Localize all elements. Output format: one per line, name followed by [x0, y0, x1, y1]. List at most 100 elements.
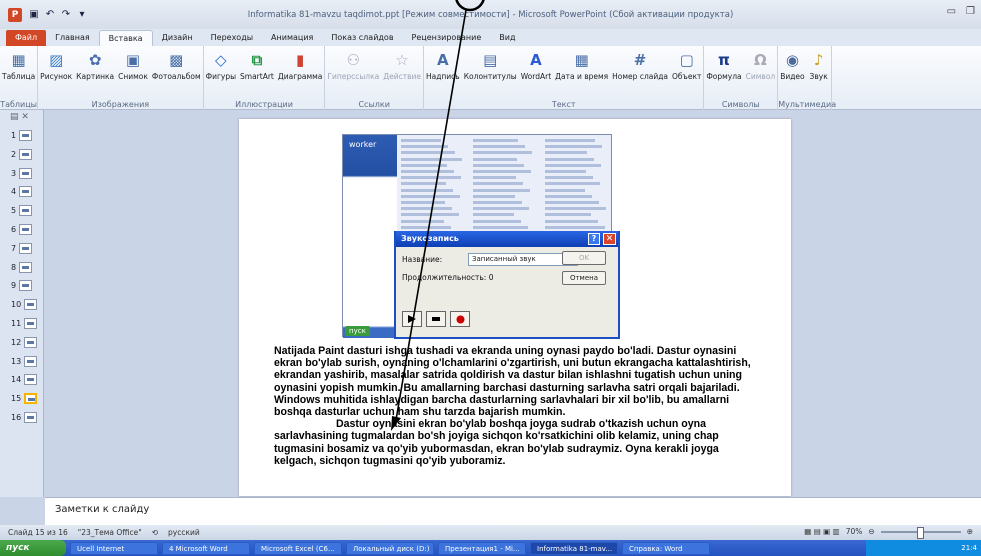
redo-icon[interactable]: ↷ — [60, 9, 72, 20]
zoom-slider[interactable] — [880, 526, 961, 539]
spellcheck-icon[interactable]: ⟲ — [152, 528, 158, 537]
tab-3[interactable]: Дизайн — [153, 30, 202, 46]
minimize-icon[interactable]: ▭ — [947, 6, 956, 17]
taskbar-item[interactable]: Ucell Internet — [70, 541, 158, 555]
tab-5[interactable]: Анимация — [262, 30, 322, 46]
stop-button[interactable] — [426, 311, 446, 327]
slide-thumbnail[interactable]: 14 — [11, 374, 38, 386]
slide-thumbnail[interactable]: 2 — [11, 148, 33, 160]
slide-number: 10 — [11, 300, 22, 310]
taskbar-item[interactable]: 4 Microsoft Word — [162, 541, 250, 555]
undo-icon[interactable]: ↶ — [44, 9, 56, 20]
customize-qat-icon[interactable]: ▾ — [76, 9, 88, 20]
slide-canvas[interactable]: worker пуск Звукозапись ? ✕ Название: За… — [239, 119, 791, 496]
slide-number: 6 — [11, 225, 17, 234]
slide-thumbnail[interactable]: 12 — [11, 336, 38, 348]
taskbar-item[interactable]: Локальный диск (D:) — [346, 541, 434, 555]
view-buttons-icon[interactable]: ▦ ▤ ▣ ▥ — [804, 527, 840, 536]
tab-7[interactable]: Рецензирование — [403, 30, 491, 46]
slide-thumbnail[interactable]: 10 — [11, 299, 38, 311]
slide-number: 7 — [11, 243, 17, 253]
menu-entry-line — [545, 170, 586, 173]
slide-thumbnail[interactable]: 8 — [11, 261, 33, 273]
ribbon-button-3-1[interactable]: ☆ Действие — [381, 49, 423, 81]
ribbon-button-2-2[interactable]: ▮ Диаграмма — [276, 49, 325, 81]
close-icon[interactable]: ✕ — [603, 233, 616, 245]
slide-thumbnail[interactable]: 9 — [11, 280, 33, 292]
screenshot-icon: ▣ — [125, 51, 141, 69]
ribbon-button-label: Действие — [383, 72, 421, 81]
menu-entry-line — [545, 151, 587, 155]
help-icon[interactable]: ? — [588, 233, 600, 245]
zoom-out-icon[interactable]: ⊖ — [868, 527, 874, 536]
ok-button[interactable]: OK — [562, 251, 606, 265]
taskbar-item[interactable]: Microsoft Excel (C6... — [254, 541, 342, 555]
slide-number: 5 — [11, 206, 17, 216]
ribbon-button-6-1[interactable]: ♪ Звук — [807, 49, 831, 81]
tab-6[interactable]: Показ слайдов — [322, 30, 402, 46]
slide-thumbnail[interactable]: 6 — [11, 224, 33, 235]
restore-icon[interactable]: ❐ — [966, 6, 975, 17]
slide-number: 11 — [11, 319, 22, 328]
ribbon-button-5-0[interactable]: π Формула — [704, 49, 743, 81]
language-indicator[interactable]: русский — [168, 528, 200, 537]
play-button[interactable] — [402, 311, 422, 327]
ribbon-button-1-2[interactable]: ▣ Снимок — [116, 49, 150, 81]
taskbar-start-button[interactable]: пуск — [0, 540, 66, 556]
ribbon-button-4-5[interactable]: ▢ Объект — [670, 49, 703, 81]
tab-2[interactable]: Вставка — [98, 30, 153, 46]
slide-thumbnail[interactable]: 1 — [11, 130, 33, 141]
taskbar-item[interactable]: Informatika 81-mav... — [530, 541, 618, 555]
slide-thumbnail[interactable]: 4 — [11, 186, 33, 198]
ribbon-button-label: WordArt — [520, 72, 552, 81]
ribbon-button-4-4[interactable]: # Номер слайда — [610, 49, 670, 81]
tab-0[interactable]: Файл — [6, 30, 47, 46]
ribbon-button-4-0[interactable]: A Надпись — [424, 49, 462, 81]
record-button[interactable] — [450, 311, 470, 327]
pane-tabs-close-icon[interactable]: ▤ ✕ — [10, 112, 29, 122]
save-icon[interactable]: ▣ — [28, 9, 40, 20]
slide-thumbnail[interactable]: 13 — [11, 355, 38, 367]
slide-number: 12 — [11, 337, 22, 347]
zoom-level[interactable]: 70% — [846, 527, 863, 536]
ribbon-button-2-1[interactable]: ⧉ SmartArt — [238, 49, 276, 81]
slide-editor: worker пуск Звукозапись ? ✕ Название: За… — [45, 110, 981, 496]
ribbon-button-1-0[interactable]: ▨ Рисунок — [38, 49, 74, 81]
taskbar-item[interactable]: Презентация1 - Mi... — [438, 541, 526, 555]
ribbon-button-1-3[interactable]: ▩ Фотоальбом — [150, 49, 203, 81]
ribbon-button-1-1[interactable]: ✿ Картинка — [74, 49, 116, 81]
sound-recorder-dialog: Звукозапись ? ✕ Название: Записанный зву… — [394, 231, 620, 339]
taskbar-item[interactable]: Справка: Word — [622, 541, 710, 555]
tab-4[interactable]: Переходы — [202, 30, 262, 46]
ribbon-button-6-0[interactable]: ◉ Видео — [778, 49, 806, 81]
slide-number: 3 — [11, 168, 17, 178]
slide-thumbnail[interactable]: 15 — [11, 393, 38, 405]
ribbon-button-0-0[interactable]: ▦ Таблица — [0, 49, 37, 81]
ribbon-button-4-3[interactable]: ▦ Дата и время — [553, 49, 610, 81]
slide-body-text[interactable]: Natijada Paint dasturi ishga tushadi va … — [274, 345, 759, 467]
cancel-button[interactable]: Отмена — [562, 271, 606, 285]
slide-thumb-image — [19, 280, 33, 292]
ribbon-button-4-1[interactable]: ▤ Колонтитулы — [462, 49, 519, 81]
slide-thumbnail[interactable]: 7 — [11, 242, 33, 254]
slide-thumbnail[interactable]: 11 — [11, 318, 38, 329]
ribbon-group-label: Изображения — [91, 100, 150, 109]
zoom-in-icon[interactable]: ⊕ — [967, 527, 973, 536]
slide-thumbnail[interactable]: 16 — [11, 412, 38, 423]
menu-entry-line — [545, 163, 601, 167]
slide-counter: Слайд 15 из 16 — [8, 528, 68, 537]
system-tray-clock[interactable]: 21:4 — [866, 540, 981, 556]
menu-entry-line — [473, 219, 521, 223]
powerpoint-app-icon[interactable]: P — [8, 7, 22, 22]
tab-8[interactable]: Вид — [490, 30, 524, 46]
tab-1[interactable]: Главная — [46, 30, 99, 46]
ribbon-button-5-1[interactable]: Ω Символ — [744, 49, 778, 81]
ribbon-button-4-2[interactable]: A WordArt — [519, 49, 553, 81]
ribbon-button-label: Символ — [745, 72, 776, 81]
ribbon-button-2-0[interactable]: ◇ Фигуры — [204, 49, 238, 81]
notes-pane[interactable]: Заметки к слайду — [45, 497, 981, 525]
menu-entry-line — [401, 201, 445, 204]
ribbon-button-3-0[interactable]: ⚇ Гиперссылка — [325, 49, 381, 81]
slide-thumbnail[interactable]: 5 — [11, 205, 33, 217]
slide-thumbnail[interactable]: 3 — [11, 167, 33, 179]
